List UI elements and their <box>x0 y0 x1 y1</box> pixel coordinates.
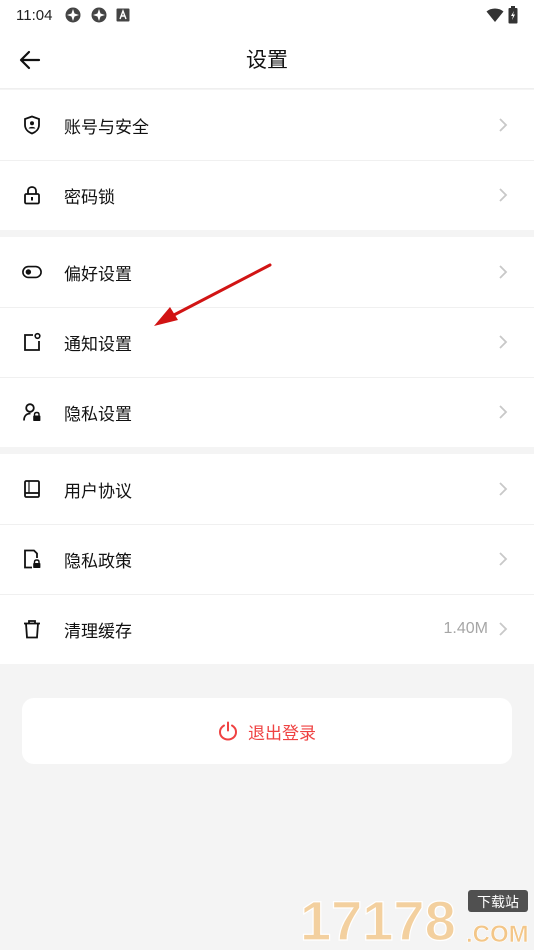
chevron-right-icon <box>496 405 510 419</box>
watermark-number: 17178 <box>300 889 456 948</box>
chevron-right-icon <box>496 265 510 279</box>
settings-item-privacy[interactable]: 隐私设置 <box>0 377 534 447</box>
shield-user-icon <box>22 115 42 135</box>
app-notification-icon <box>91 7 107 23</box>
back-button[interactable] <box>14 44 46 76</box>
arrow-left-icon <box>19 50 41 70</box>
settings-item-privacy-policy[interactable]: 隐私政策 <box>0 524 534 594</box>
watermark-domain: .COM <box>466 921 529 948</box>
status-time: 11:04 <box>16 6 53 24</box>
cache-size-value: 1.40M <box>443 620 488 637</box>
settings-item-label: 用户协议 <box>64 481 132 502</box>
settings-group-preferences: 偏好设置 通知设置 隐私设置 <box>0 237 534 447</box>
book-icon <box>22 479 42 499</box>
chevron-right-icon <box>496 118 510 132</box>
settings-item-clear-cache[interactable]: 清理缓存 1.40M <box>0 594 534 664</box>
watermark-tag: 下载站 <box>477 895 519 911</box>
settings-item-preferences[interactable]: 偏好设置 <box>0 237 534 307</box>
toggle-icon <box>22 262 42 282</box>
logout-label: 退出登录 <box>248 723 316 744</box>
chevron-right-icon <box>496 552 510 566</box>
settings-item-label: 通知设置 <box>64 334 132 355</box>
trash-icon <box>22 619 42 639</box>
chevron-right-icon <box>496 622 510 636</box>
settings-item-label: 清理缓存 <box>64 621 132 642</box>
settings-item-label: 隐私设置 <box>64 404 132 425</box>
chevron-right-icon <box>496 335 510 349</box>
settings-item-label: 偏好设置 <box>64 264 132 285</box>
settings-item-password-lock[interactable]: 密码锁 <box>0 160 534 230</box>
power-icon <box>218 721 238 741</box>
chevron-right-icon <box>496 188 510 202</box>
font-notification-icon <box>116 8 130 22</box>
wifi-icon <box>486 8 504 22</box>
battery-icon <box>508 6 518 24</box>
logout-button[interactable]: 退出登录 <box>22 698 512 764</box>
settings-item-label: 账号与安全 <box>64 117 149 138</box>
page-title: 设置 <box>246 48 288 72</box>
settings-group-legal: 用户协议 隐私政策 清理缓存 1.40M <box>0 454 534 664</box>
settings-item-label: 隐私政策 <box>64 551 132 572</box>
settings-item-label: 密码锁 <box>64 187 115 208</box>
document-lock-icon <box>22 549 42 569</box>
settings-item-user-agreement[interactable]: 用户协议 <box>0 454 534 524</box>
settings-item-notifications[interactable]: 通知设置 <box>0 307 534 377</box>
privacy-user-icon <box>22 402 42 422</box>
app-notification-icon <box>65 7 81 23</box>
status-bar: 11:04 <box>0 0 534 30</box>
settings-item-account-security[interactable]: 账号与安全 <box>0 90 534 160</box>
site-watermark: 17178 下载站 .COM <box>300 888 529 948</box>
chevron-right-icon <box>496 482 510 496</box>
app-header: 设置 <box>0 30 534 89</box>
lock-icon <box>22 185 42 205</box>
settings-group-account: 账号与安全 密码锁 <box>0 90 534 230</box>
notification-icon <box>22 332 42 352</box>
